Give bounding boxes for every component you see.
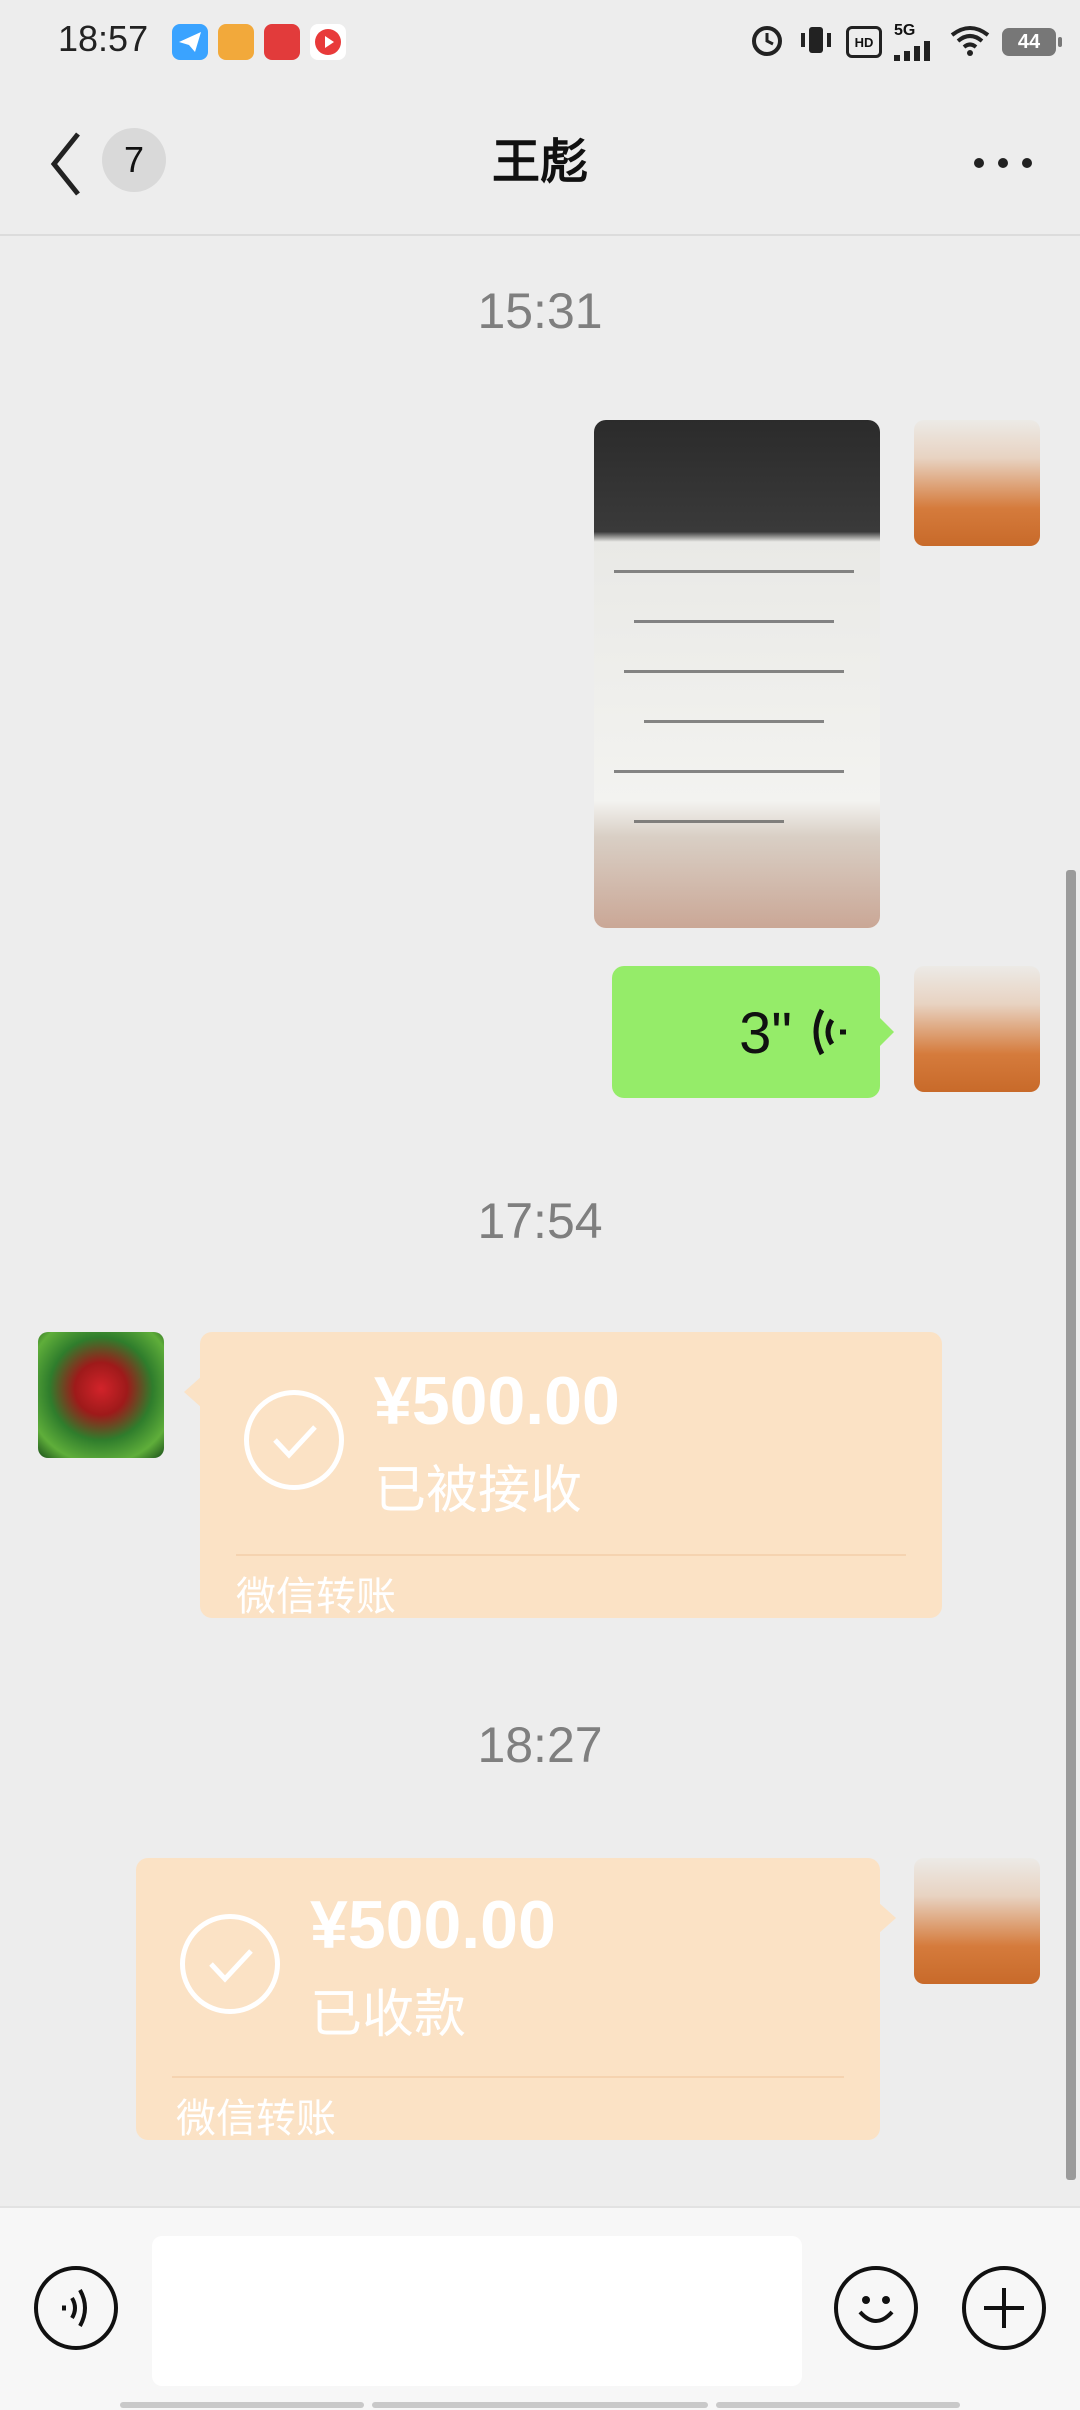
voice-input-button[interactable]: [34, 2266, 118, 2350]
news-app-icon: [218, 24, 254, 60]
vibrate-icon: [798, 22, 834, 63]
card-divider: [236, 1554, 906, 1556]
smiley-icon: [858, 2296, 894, 2323]
wifi-icon: [950, 23, 990, 62]
timestamp: 17:54: [477, 1193, 603, 1249]
voice-icon: [62, 2289, 87, 2327]
handwriting-line: [634, 820, 784, 823]
transfer-sent-card[interactable]: ¥500.00 已收款 微信转账: [136, 1858, 896, 2141]
transfer-label: 微信转账: [176, 2097, 336, 2141]
nav-gesture-bar: [120, 2402, 364, 2408]
transfer-label: 微信转账: [236, 1575, 396, 1619]
image-message[interactable]: [594, 420, 880, 928]
transfer-amount: ¥500.00: [374, 1363, 620, 1439]
voice-message[interactable]: 3": [612, 966, 894, 1098]
handwriting-line: [624, 670, 844, 673]
timestamp: 15:31: [477, 283, 603, 339]
emoji-button[interactable]: [834, 2266, 918, 2350]
status-time: 18:57: [58, 18, 149, 59]
chat-scrollbar[interactable]: [1066, 870, 1076, 2180]
nav-gesture-bar: [716, 2402, 960, 2408]
dot-icon: [1022, 158, 1032, 168]
more-functions-button[interactable]: [962, 2266, 1046, 2350]
voice-duration: 3": [739, 1001, 792, 1066]
status-bar: 18:57 HD 5G 44: [0, 0, 1080, 84]
status-app-icons: [172, 22, 346, 62]
handwriting-line: [644, 720, 824, 723]
battery-indicator: 44: [1002, 28, 1062, 56]
handwriting-line: [614, 770, 844, 773]
check-circle-icon: [180, 1914, 280, 2014]
plus-icon: [984, 2288, 1024, 2328]
check-circle-icon: [244, 1390, 344, 1490]
video-app-icon: [310, 24, 346, 60]
more-options-button[interactable]: [974, 158, 1032, 168]
my-avatar[interactable]: [914, 420, 1040, 546]
status-right-icons: HD 5G 44: [748, 18, 1062, 66]
handwriting-line: [634, 620, 834, 623]
dot-icon: [998, 158, 1008, 168]
card-divider: [172, 2076, 844, 2078]
voice-wave-icon: [813, 1008, 846, 1056]
nav-gesture-bar: [372, 2402, 708, 2408]
transfer-status: 已被接收: [374, 1462, 583, 1520]
handwriting-line: [614, 570, 854, 573]
my-avatar[interactable]: [914, 966, 1040, 1092]
message-input[interactable]: [152, 2236, 802, 2386]
transfer-received-card[interactable]: ¥500.00 已被接收 微信转账: [184, 1332, 942, 1619]
contact-name-title: 王彪: [491, 136, 588, 189]
transfer-amount: ¥500.00: [310, 1887, 556, 1963]
hd-badge: HD: [846, 26, 882, 58]
timestamp: 18:27: [477, 1717, 603, 1773]
toutiao-app-icon: [264, 24, 300, 60]
transfer-status: 已收款: [310, 1986, 467, 2044]
alarm-icon: [748, 21, 786, 64]
network-label: 5G: [894, 22, 916, 39]
app-notification-icon: [172, 24, 208, 60]
signal-icon: 5G: [894, 23, 938, 61]
my-avatar[interactable]: [914, 1858, 1040, 1984]
input-bar: [0, 2206, 1080, 2410]
contact-avatar[interactable]: [38, 1332, 164, 1458]
dot-icon: [974, 158, 984, 168]
